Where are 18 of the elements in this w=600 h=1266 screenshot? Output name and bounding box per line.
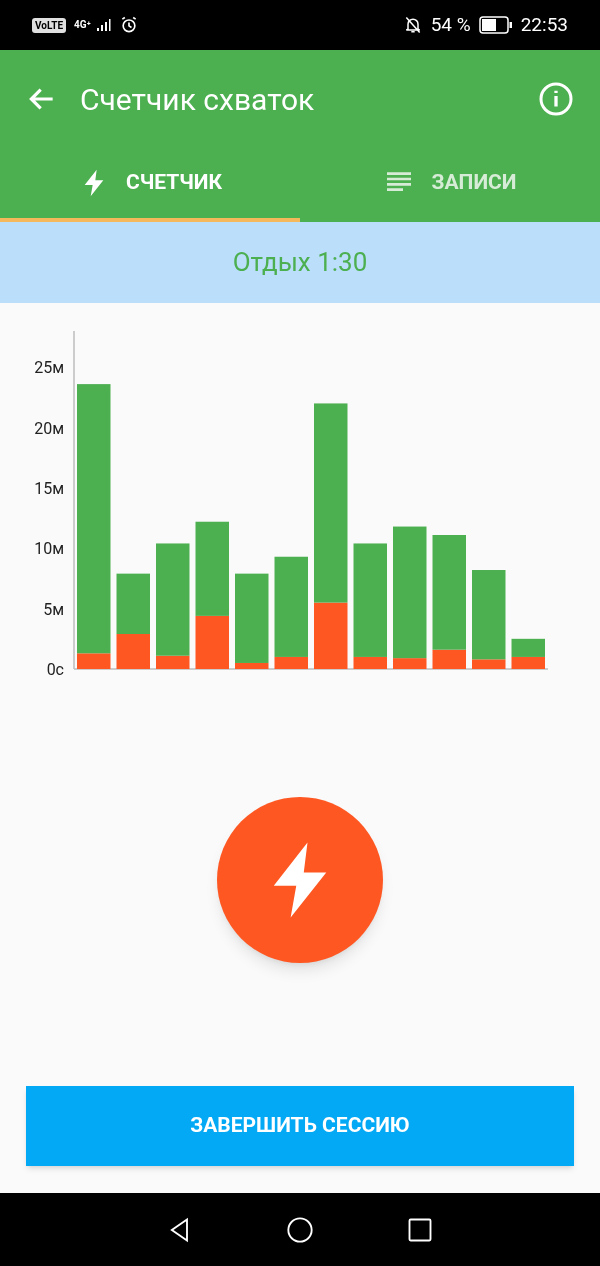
screen-title: Счетчик схваток xyxy=(80,80,316,119)
rest-banner: Отдых 1:30 xyxy=(0,222,600,303)
end-session-button[interactable]: ЗАВЕРШИТЬ СЕССИЮ xyxy=(26,1086,574,1166)
clock-time: 22:53 xyxy=(520,11,568,38)
y-tick-label: 20м xyxy=(34,418,64,438)
battery-icon xyxy=(478,16,513,34)
y-tick-label: 15м xyxy=(34,478,64,498)
tab[interactable]: ЗАПИСИ xyxy=(300,148,600,222)
info-icon xyxy=(538,81,574,117)
y-tick-label: 5м xyxy=(43,599,64,619)
y-tick-label: 0с xyxy=(46,660,64,679)
signal-icon xyxy=(94,17,111,33)
battery-percent: 54 % xyxy=(430,11,471,38)
volte-badge: VoLTE xyxy=(32,17,67,33)
y-tick-label: 10м xyxy=(34,539,64,559)
network-type: 4G⁺ xyxy=(74,20,91,30)
home-nav-icon[interactable] xyxy=(286,1215,314,1244)
y-tick-label: 25м xyxy=(34,358,64,378)
